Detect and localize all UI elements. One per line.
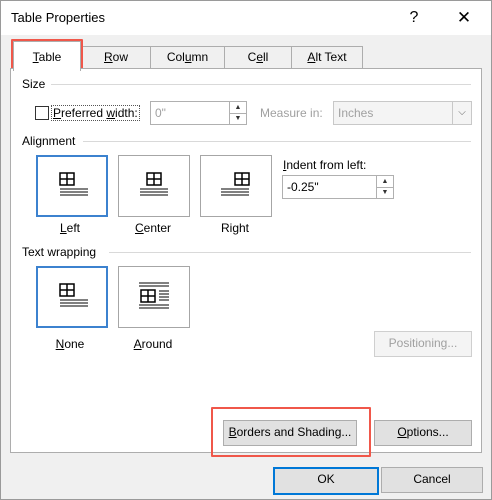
label-part: enter bbox=[143, 221, 172, 235]
down-arrow-icon[interactable]: ▼ bbox=[230, 113, 246, 124]
cancel-button[interactable]: Cancel bbox=[381, 467, 483, 493]
table-properties-dialog: Table Properties ? ✕ Table Row Column Ce… bbox=[0, 0, 492, 500]
size-group-label: Size bbox=[22, 77, 46, 91]
label-part: ptions... bbox=[406, 425, 449, 439]
wrap-around-icon bbox=[139, 282, 169, 309]
borders-and-shading-highlight bbox=[211, 407, 371, 457]
measure-in-label: Measure in: bbox=[260, 106, 323, 120]
label-part: ht bbox=[239, 221, 250, 235]
close-icon: ✕ bbox=[456, 8, 472, 27]
tab-label-accel: R bbox=[103, 50, 113, 64]
alignment-group-label: Alignment bbox=[22, 134, 76, 148]
close-button[interactable]: ✕ bbox=[447, 6, 481, 30]
tab-label: lt Text bbox=[315, 50, 347, 64]
indent-from-left-value: -0.25" bbox=[287, 180, 319, 194]
wrap-around-option[interactable] bbox=[118, 266, 190, 328]
label-part: referred bbox=[61, 106, 107, 120]
tab-label: able bbox=[38, 50, 62, 64]
tab-row[interactable]: Row bbox=[81, 46, 151, 69]
align-left-icon bbox=[59, 172, 88, 196]
label-accel: P bbox=[53, 106, 62, 120]
stepper-buttons: ▲ ▼ bbox=[376, 176, 393, 198]
tab-column[interactable]: Column bbox=[150, 46, 225, 69]
tab-alt-text[interactable]: Alt Text bbox=[291, 46, 363, 69]
label-accel: C bbox=[134, 221, 144, 235]
down-arrow-icon[interactable]: ▼ bbox=[377, 187, 393, 198]
text-wrapping-group-label: Text wrapping bbox=[22, 245, 97, 259]
align-center-label: Center bbox=[111, 221, 195, 235]
measure-in-value: Inches bbox=[338, 106, 374, 120]
help-button[interactable]: ? bbox=[399, 6, 429, 30]
chevron-down-icon[interactable]: ⌵ bbox=[452, 102, 471, 124]
label-accel: g bbox=[232, 221, 239, 235]
align-right-option[interactable] bbox=[200, 155, 272, 217]
label-part: one bbox=[64, 337, 85, 351]
tab-label: Col bbox=[166, 50, 185, 64]
positioning-button[interactable]: Positioning... bbox=[374, 331, 472, 357]
align-left-option[interactable] bbox=[36, 155, 108, 217]
align-center-option[interactable] bbox=[118, 155, 190, 217]
label-accel: N bbox=[55, 337, 65, 351]
label-part: Ri bbox=[220, 221, 233, 235]
tab-label: C bbox=[247, 50, 257, 64]
tab-label-accel: e bbox=[256, 50, 263, 64]
label-accel: L bbox=[59, 221, 67, 235]
divider bbox=[109, 252, 471, 253]
ok-button[interactable]: OK bbox=[273, 467, 379, 495]
divider bbox=[51, 84, 471, 85]
indent-from-left-label: Indent from left: bbox=[283, 158, 366, 172]
preferred-width-stepper[interactable]: 0" ▲ ▼ bbox=[150, 101, 247, 125]
measure-in-select[interactable]: Inches ⌵ bbox=[333, 101, 472, 125]
tab-label-accel: u bbox=[184, 50, 192, 64]
divider bbox=[83, 141, 471, 142]
label-part: idth: bbox=[115, 106, 138, 120]
dialog-title: Table Properties bbox=[11, 10, 105, 25]
preferred-width-label[interactable]: Preferred width: bbox=[51, 105, 140, 121]
align-left-label: Left bbox=[28, 221, 112, 235]
label-accel: A bbox=[133, 337, 142, 351]
tab-label: mn bbox=[191, 50, 209, 64]
align-center-icon bbox=[140, 172, 168, 196]
label-accel: O bbox=[397, 425, 407, 439]
label-part: eft bbox=[66, 221, 81, 235]
label-part: ndent from left: bbox=[286, 158, 367, 172]
wrap-none-label: None bbox=[28, 337, 112, 351]
options-button[interactable]: Options... bbox=[374, 420, 472, 446]
label-accel: w bbox=[106, 106, 116, 120]
tab-cell[interactable]: Cell bbox=[224, 46, 292, 69]
preferred-width-checkbox[interactable] bbox=[35, 106, 49, 120]
label-part: round bbox=[141, 337, 173, 351]
tab-label: ll bbox=[263, 50, 269, 64]
tab-panel-table: Size Preferred width: 0" ▲ ▼ Measure in:… bbox=[10, 68, 482, 453]
wrap-none-icon bbox=[59, 283, 88, 307]
align-right-icon bbox=[221, 172, 250, 196]
tab-label: ow bbox=[112, 50, 128, 64]
stepper-buttons: ▲ ▼ bbox=[229, 102, 246, 124]
align-right-label: Right bbox=[193, 221, 277, 235]
wrap-none-option[interactable] bbox=[36, 266, 108, 328]
wrap-around-label: Around bbox=[111, 337, 195, 351]
title-bar: Table Properties ? ✕ bbox=[1, 1, 491, 35]
tab-table[interactable]: Table bbox=[13, 41, 81, 71]
preferred-width-value: 0" bbox=[155, 106, 166, 120]
indent-from-left-stepper[interactable]: -0.25" ▲ ▼ bbox=[282, 175, 394, 199]
